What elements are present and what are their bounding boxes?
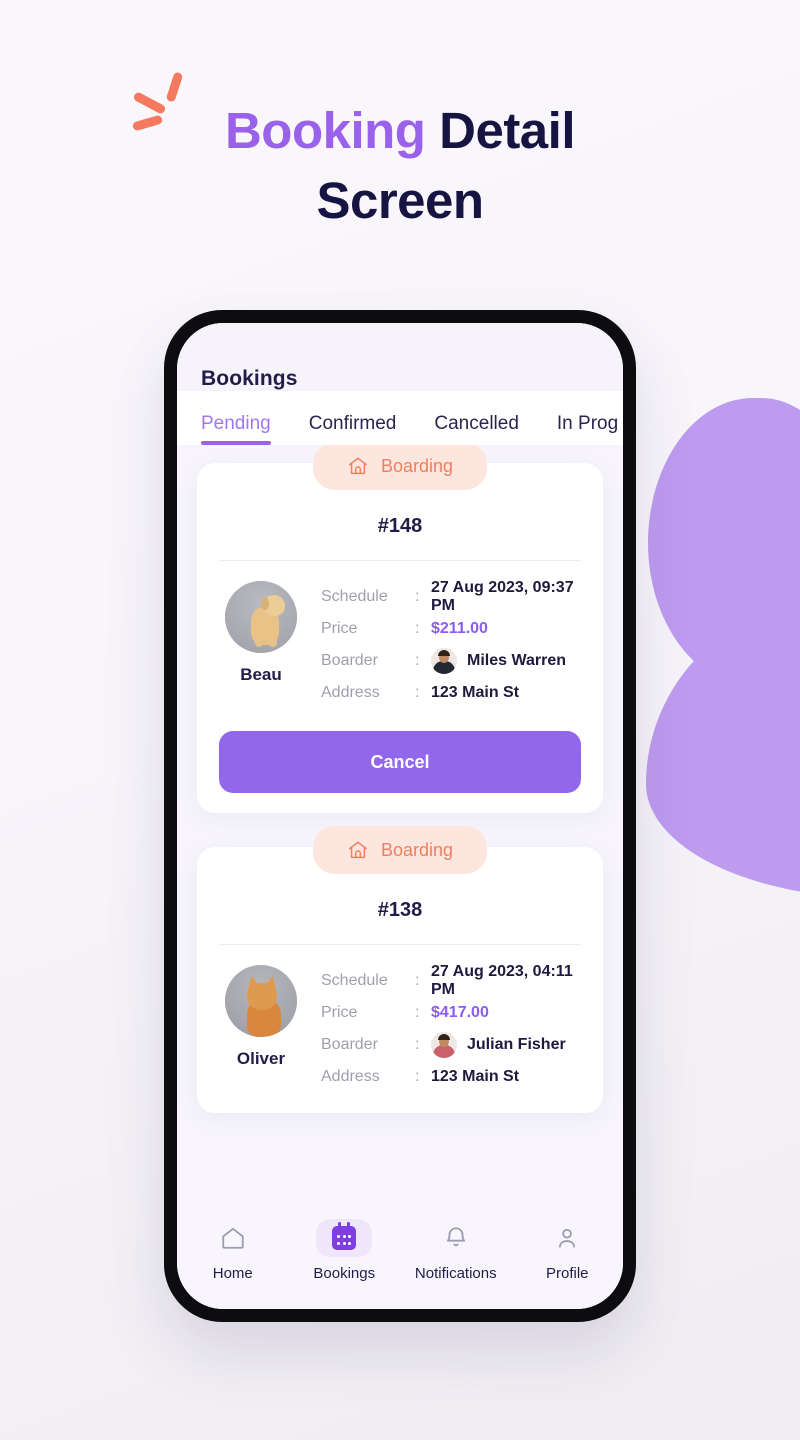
status-badge: Boarding (312, 826, 488, 874)
pet-avatar (225, 965, 297, 1037)
bookings-list[interactable]: Boarding #148 Beau Schedule: 27 Aug 202… (177, 445, 623, 1205)
profile-icon-pill (539, 1219, 595, 1257)
dog-house-icon (348, 457, 367, 475)
pet-name: Oliver (236, 1049, 286, 1068)
detail-row-address: Address : 123 Main St (321, 1061, 581, 1093)
row-colon: : (415, 588, 420, 605)
page-title-line-2: Screen (316, 172, 484, 229)
boarder-avatar (431, 1032, 457, 1058)
app-header: Bookings (177, 323, 623, 391)
row-colon: : (415, 972, 420, 989)
home-icon (222, 1227, 244, 1249)
detail-row-boarder: Boarder : Miles Warren (321, 645, 581, 677)
tab-confirmed[interactable]: Confirmed (309, 413, 397, 445)
tab-in-progress[interactable]: In Prog (557, 413, 618, 445)
row-colon: : (415, 1068, 420, 1085)
detail-row-boarder: Boarder : Julian Fisher (321, 1029, 581, 1061)
boarder-name: Julian Fisher (467, 1036, 566, 1053)
dog-photo (225, 581, 297, 653)
background-blob-c (646, 598, 800, 898)
dog-house-icon (348, 841, 367, 859)
phone-mockup: Bookings Pending Confirmed Cancelled In … (164, 310, 636, 1322)
row-colon: : (415, 620, 420, 637)
price-label: Price (321, 620, 358, 637)
page-title-accent: Booking (224, 102, 426, 159)
nav-label-notifications: Notifications (414, 1265, 497, 1282)
detail-row-price: Price : $211.00 (321, 613, 581, 645)
bookings-icon-pill (316, 1219, 373, 1257)
pet-block: Beau (219, 581, 303, 685)
booking-id: #148 (219, 509, 581, 561)
price-value: $417.00 (431, 1004, 489, 1021)
nav-label-bookings: Bookings (313, 1265, 376, 1282)
pet-block: Oliver (219, 965, 303, 1069)
nav-item-home[interactable]: Home (177, 1219, 289, 1282)
row-colon: : (415, 1004, 420, 1021)
schedule-label: Schedule (321, 972, 388, 989)
address-value: 123 Main St (431, 684, 520, 701)
booking-card[interactable]: Boarding #148 Beau Schedule: 27 Aug 202… (197, 445, 603, 813)
address-value: 123 Main St (431, 1068, 520, 1085)
person-icon (559, 1228, 576, 1248)
boarder-label: Boarder (321, 652, 378, 669)
schedule-value: 27 Aug 2023, 04:11 PM (431, 963, 573, 998)
nav-label-profile: Profile (545, 1265, 589, 1282)
tab-pending[interactable]: Pending (201, 413, 271, 445)
notifications-icon-pill (428, 1219, 484, 1257)
address-label: Address (321, 684, 380, 701)
bottom-navigation: Home Bookings Notifications Profile (177, 1205, 623, 1309)
status-badge-label: Boarding (380, 839, 454, 860)
home-icon-pill (205, 1219, 261, 1257)
calendar-icon (332, 1222, 357, 1250)
pet-name: Beau (240, 665, 282, 684)
boarder-name: Miles Warren (467, 652, 566, 669)
page-title-rest: Detail (425, 102, 576, 159)
pet-avatar (225, 581, 297, 653)
row-colon: : (415, 1036, 420, 1053)
nav-label-home: Home (212, 1265, 253, 1282)
price-label: Price (321, 1004, 358, 1021)
nav-item-bookings[interactable]: Bookings (289, 1219, 401, 1282)
status-badge: Boarding (312, 445, 488, 490)
nav-item-profile[interactable]: Profile (512, 1219, 624, 1282)
schedule-value: 27 Aug 2023, 09:37 PM (431, 579, 574, 614)
row-colon: : (415, 684, 420, 701)
price-value: $211.00 (431, 620, 488, 637)
detail-row-price: Price : $417.00 (321, 997, 581, 1029)
booking-details: Oliver Schedule : 27 Aug 2023, 04:11 PM … (219, 945, 581, 1093)
tab-cancelled[interactable]: Cancelled (434, 413, 519, 445)
schedule-label: Schedule (321, 588, 388, 605)
detail-row-address: Address : 123 Main St (321, 677, 581, 709)
boarder-avatar (431, 648, 457, 674)
detail-row-schedule: Schedule : 27 Aug 2023, 04:11 PM (321, 963, 581, 998)
nav-item-notifications[interactable]: Notifications (400, 1219, 512, 1282)
booking-card[interactable]: Boarding #138 Oliver Schedule: 27 Aug 2… (197, 826, 603, 1113)
phone-screen: Bookings Pending Confirmed Cancelled In … (177, 323, 623, 1309)
address-label: Address (321, 1068, 380, 1085)
detail-rows: Schedule : 27 Aug 2023, 04:11 PM Price :… (321, 963, 581, 1093)
booking-id: #138 (219, 893, 581, 945)
bell-icon (446, 1227, 465, 1247)
page-title-line-1: Booking Detail (0, 96, 800, 166)
person-photo (431, 648, 457, 674)
cancel-button[interactable]: Cancel (219, 731, 581, 793)
boarder-value-wrap: Julian Fisher (431, 1032, 566, 1058)
app-header-title: Bookings (201, 367, 298, 390)
status-badge-label: Boarding (380, 455, 454, 476)
boarder-label: Boarder (321, 1036, 378, 1053)
cat-photo (225, 965, 297, 1037)
boarder-value-wrap: Miles Warren (431, 648, 566, 674)
detail-rows: Schedule : 27 Aug 2023, 09:37 PM Price :… (321, 579, 581, 709)
row-colon: : (415, 652, 420, 669)
tab-bar: Pending Confirmed Cancelled In Prog (177, 391, 623, 445)
booking-details: Beau Schedule : 27 Aug 2023, 09:37 PM Pr… (219, 561, 581, 709)
person-photo (431, 1032, 457, 1058)
page-title: Booking Detail Screen (0, 96, 800, 236)
detail-row-schedule: Schedule : 27 Aug 2023, 09:37 PM (321, 579, 581, 614)
